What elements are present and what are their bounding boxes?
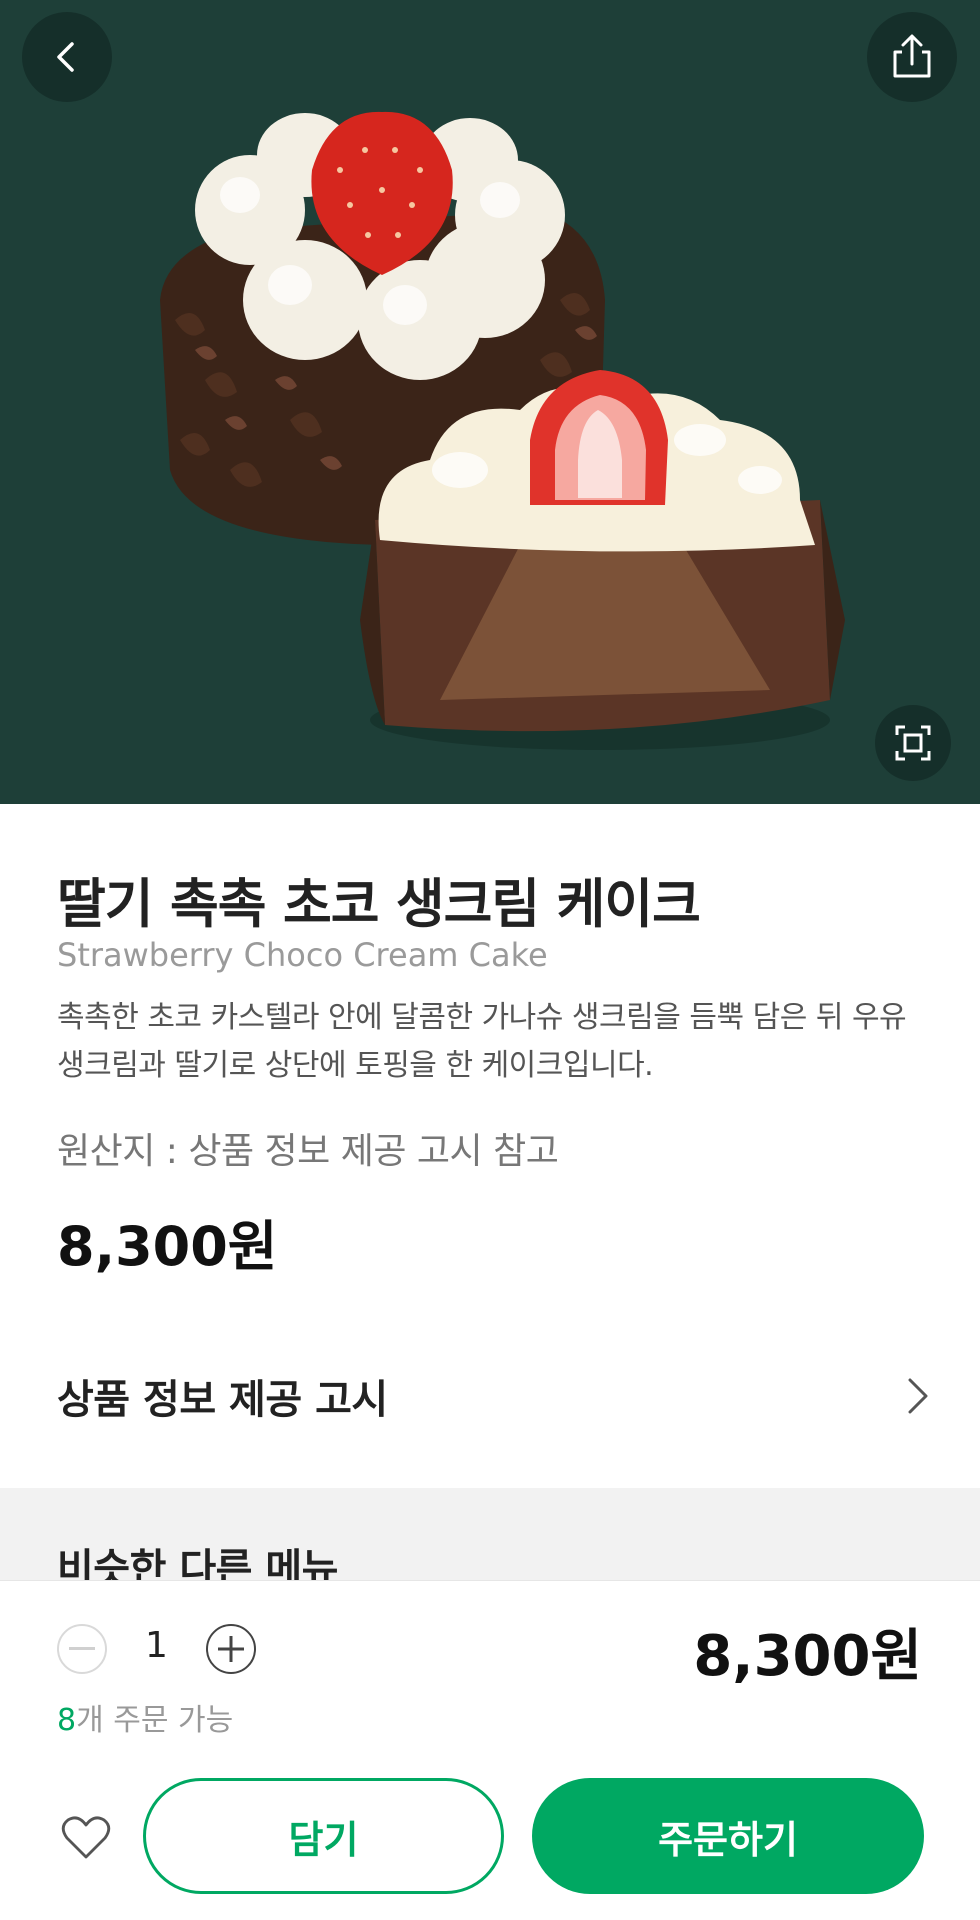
share-button[interactable]: [867, 12, 957, 102]
minus-icon: [69, 1647, 95, 1650]
quantity-increase-button[interactable]: [206, 1624, 256, 1674]
product-image: [0, 0, 980, 804]
similar-menu-section: 비슷한 다른 메뉴: [0, 1488, 980, 1592]
available-quantity: 8개 주문 가능: [57, 1695, 233, 1739]
available-count: 8: [57, 1703, 77, 1738]
fullscreen-icon: [895, 725, 931, 761]
heart-icon: [61, 1816, 111, 1859]
plus-icon: [218, 1636, 244, 1662]
chevron-right-icon: [908, 1378, 928, 1414]
order-button[interactable]: 주문하기: [532, 1778, 924, 1894]
fullscreen-button[interactable]: [875, 705, 951, 781]
product-notice-label: 상품 정보 제공 고시: [57, 1377, 388, 1423]
add-to-cart-button[interactable]: 담기: [143, 1778, 504, 1894]
product-name-english: Strawberry Choco Cream Cake: [57, 936, 548, 974]
chevron-left-icon: [57, 42, 74, 72]
product-description: 촉촉한 초코 카스텔라 안에 달콤한 가나슈 생크림을 듬뿍 담은 뒤 우유 생…: [57, 1000, 907, 1083]
quantity-decrease-button[interactable]: [57, 1624, 107, 1674]
product-price: 8,300원: [57, 1215, 278, 1278]
product-notice-link[interactable]: 상품 정보 제공 고시: [0, 1326, 980, 1466]
quantity-value: 1: [145, 1625, 168, 1666]
share-icon: [893, 34, 931, 78]
back-button[interactable]: [22, 12, 112, 102]
available-suffix: 개 주문 가능: [76, 1703, 234, 1738]
product-name: 딸기 촉촉 초코 생크림 케이크: [57, 874, 701, 935]
order-bar: 1 8,300원 8개 주문 가능 담기 주문하기: [0, 1580, 980, 1920]
cake-photo: [160, 111, 845, 750]
favorite-button[interactable]: [56, 1808, 116, 1868]
total-price: 8,300원: [693, 1624, 922, 1689]
product-origin: 원산지 : 상품 정보 제공 고시 참고: [57, 1131, 559, 1172]
